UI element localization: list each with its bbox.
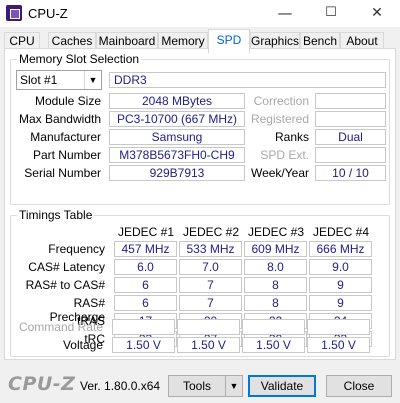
max-bandwidth-value: PC3-10700 (667 MHz) <box>109 111 245 127</box>
slot-select-value: Slot #1 <box>20 73 58 87</box>
spd-ext-label: SPD Ext. <box>260 148 309 162</box>
tools-dropdown-button[interactable]: ▼ <box>225 375 243 397</box>
minimize-button[interactable]: — <box>262 0 308 27</box>
timing-cell: 8.0 <box>244 259 307 275</box>
manufacturer-value: Samsung <box>109 129 245 145</box>
timing-cell: 9.0 <box>309 259 372 275</box>
ranks-label: Ranks <box>274 130 309 144</box>
timing-cell: 457 MHz <box>114 241 177 257</box>
slot-select[interactable]: Slot #1 ▼ <box>16 70 102 90</box>
footer-bar: CPU-Z Ver. 1.80.0.x64 Tools ▼ Validate C… <box>0 367 400 403</box>
chevron-down-icon: ▼ <box>84 71 101 89</box>
tools-button[interactable]: Tools <box>168 375 226 397</box>
manufacturer-label: Manufacturer <box>30 130 101 144</box>
timing-cell: 9 <box>309 295 372 311</box>
week-year-label: Week/Year <box>250 166 309 180</box>
close-button[interactable]: Close <box>326 375 392 397</box>
timings-group: Timings Table JEDEC #1 JEDEC #2 JEDEC #3… <box>10 208 390 357</box>
timing-cell: 533 MHz <box>179 241 242 257</box>
part-number-label: Part Number <box>32 148 101 162</box>
row-label: CAS# Latency <box>28 260 105 274</box>
validate-button[interactable]: Validate <box>248 375 316 397</box>
timing-cell: 609 MHz <box>244 241 307 257</box>
module-size-value: 2048 MBytes <box>109 93 245 109</box>
column-header: JEDEC #3 <box>247 225 305 239</box>
command-rate-cell <box>177 319 240 335</box>
spd-panel: Memory Slot Selection Slot #1 ▼ DDR3 Mod… <box>4 48 396 360</box>
timing-cell: 6 <box>114 295 177 311</box>
spd-ext-value <box>315 147 386 163</box>
cpu-z-logo: CPU-Z <box>8 373 76 395</box>
column-header: JEDEC #1 <box>117 225 175 239</box>
tab-spd[interactable]: SPD <box>208 29 250 53</box>
max-bandwidth-label: Max Bandwidth <box>18 112 101 126</box>
memory-type-field: DDR3 <box>109 72 386 88</box>
timing-cell: 6 <box>114 277 177 293</box>
correction-value <box>315 93 386 109</box>
timing-cell: 7 <box>179 295 242 311</box>
voltage-cell: 1.50 V <box>177 337 240 353</box>
row-label: RAS# to CAS# <box>25 278 105 292</box>
timing-cell: 9 <box>309 277 372 293</box>
close-window-button[interactable]: ✕ <box>354 0 400 27</box>
maximize-button[interactable]: ☐ <box>308 0 354 27</box>
voltage-cell: 1.50 V <box>112 337 175 353</box>
timing-cell: 666 MHz <box>309 241 372 257</box>
timings-group-label: Timings Table <box>17 208 95 222</box>
memory-slot-group-label: Memory Slot Selection <box>17 52 142 66</box>
timing-cell: 8 <box>244 277 307 293</box>
command-rate-label: Command Rate <box>18 320 103 334</box>
serial-number-value: 929B7913 <box>109 165 245 181</box>
version-label: Ver. 1.80.0.x64 <box>80 379 161 393</box>
registered-value <box>315 111 386 127</box>
column-header: JEDEC #4 <box>312 225 370 239</box>
command-rate-cell <box>112 319 175 335</box>
correction-label: Correction <box>253 94 309 108</box>
timing-cell: 6.0 <box>114 259 177 275</box>
cpu-z-app-icon <box>6 5 22 21</box>
registered-label: Registered <box>250 112 309 126</box>
voltage-cell: 1.50 V <box>242 337 305 353</box>
voltage-cell: 1.50 V <box>307 337 370 353</box>
module-size-label: Module Size <box>34 94 101 108</box>
voltage-label: Voltage <box>62 338 103 352</box>
row-label: Frequency <box>48 242 105 256</box>
command-rate-cell <box>242 319 305 335</box>
timing-cell: 7 <box>179 277 242 293</box>
serial-number-label: Serial Number <box>24 166 101 180</box>
timing-cell: 8 <box>244 295 307 311</box>
window-title: CPU-Z <box>28 6 68 21</box>
column-header: JEDEC #2 <box>182 225 240 239</box>
memory-slot-group: Memory Slot Selection Slot #1 ▼ DDR3 Mod… <box>10 52 390 205</box>
week-year-value: 10 / 10 <box>315 165 386 181</box>
timing-cell: 7.0 <box>179 259 242 275</box>
command-rate-cell <box>307 319 370 335</box>
ranks-value: Dual <box>315 129 386 145</box>
part-number-value: M378B5673FH0-CH9 <box>109 147 245 163</box>
chevron-down-icon: ▼ <box>229 381 239 391</box>
window-body: CPU Caches Mainboard Memory SPD Graphics… <box>0 27 400 403</box>
title-bar: CPU-Z — ☐ ✕ <box>0 0 400 27</box>
